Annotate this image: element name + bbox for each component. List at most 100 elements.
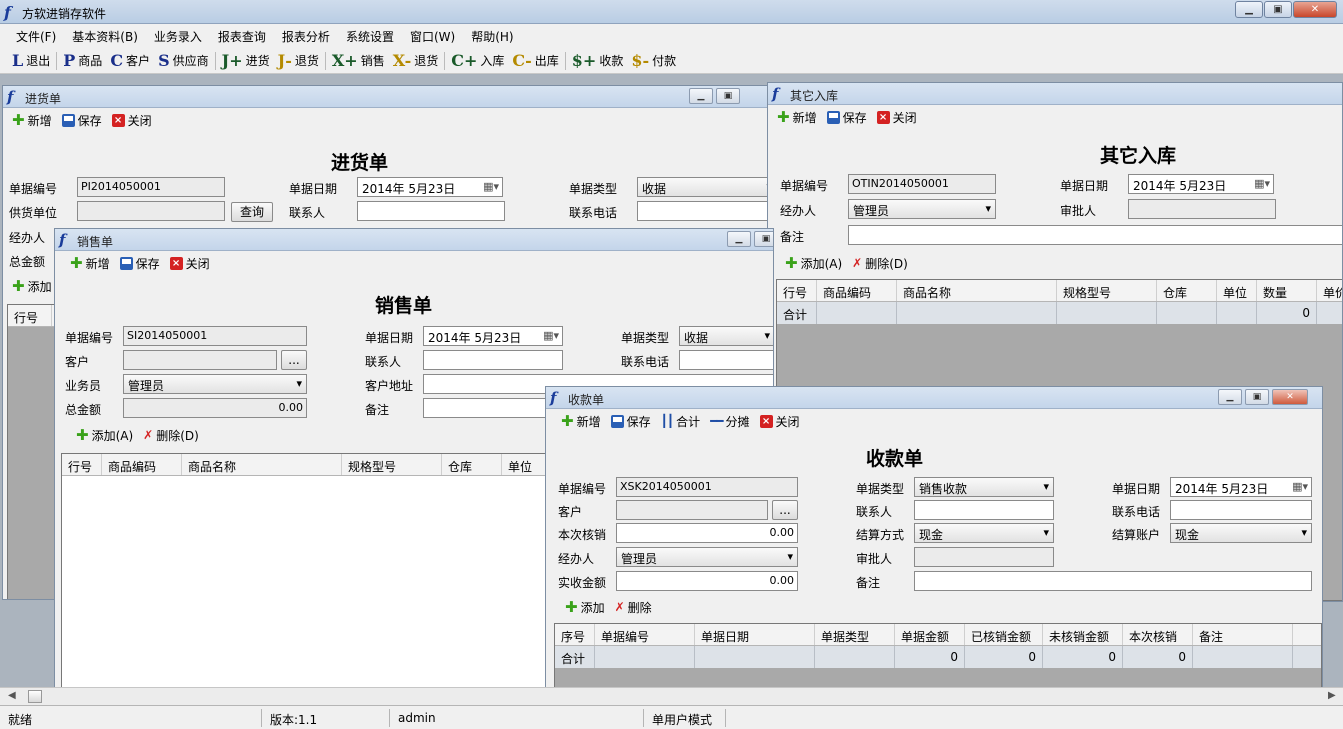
toolbar-supplier-button[interactable]: S 供应商 (154, 51, 213, 70)
receipt-delete-button[interactable]: ✗ 删除 (610, 599, 657, 616)
receipt-contact-field[interactable] (914, 500, 1054, 520)
scroll-right-icon[interactable]: ▶ (1328, 690, 1336, 701)
sales-new-button[interactable]: ✚ 新增 (65, 254, 115, 272)
toolbar-sales-return-button[interactable]: X- 退货 (389, 51, 443, 70)
toolbar-purchase-button[interactable]: J+ 进货 (218, 51, 274, 70)
receipt-writeoff-field[interactable]: 0.00 (616, 523, 798, 543)
close-button[interactable]: ✕ (1293, 1, 1337, 18)
label-total: 总金额 (9, 255, 46, 269)
table-row: 合计 0 0 0 0 (555, 646, 1321, 668)
sales-close-button[interactable]: × 关闭 (165, 255, 215, 272)
menu-report-query[interactable]: 报表查询 (210, 28, 274, 45)
minimize-button[interactable]: ▁ (1235, 1, 1263, 18)
receipt-sum-button[interactable]: ┃┃ 合计 (656, 413, 705, 430)
other-in-add-button[interactable]: ✚ 添加(A) (780, 254, 847, 272)
menu-system-settings[interactable]: 系统设置 (338, 28, 402, 45)
toolbar-stock-in-button[interactable]: C+ 入库 (447, 51, 508, 70)
purchase-maximize-button[interactable]: ▣ (716, 88, 740, 104)
receipt-date-picker[interactable]: 2014年 5月23日 (1170, 477, 1312, 497)
sales-save-button[interactable]: 保存 (115, 255, 165, 272)
sales-minimize-button[interactable]: ▁ (727, 231, 751, 247)
column-header: 规格型号 (342, 454, 442, 475)
receipt-add-button[interactable]: ✚ 添加 (560, 598, 610, 616)
other-in-remark-field[interactable] (848, 225, 1342, 245)
purchase-supplier-field[interactable] (77, 201, 225, 221)
purchase-save-button[interactable]: 保存 (57, 112, 107, 129)
label-supplier: 供货单位 (9, 206, 58, 220)
other-in-handler-select[interactable]: 管理员 (848, 199, 996, 219)
label-customer: 客户 (65, 355, 90, 369)
other-in-doc-no[interactable]: OTIN2014050001 (848, 174, 996, 194)
other-in-approver-field[interactable] (1128, 199, 1276, 219)
purchase-query-button[interactable]: 查询 (231, 202, 273, 222)
status-mode: 单用户模式 (644, 708, 726, 727)
purchase-add-button[interactable]: ✚ 添加 (7, 277, 57, 295)
sales-doc-no[interactable]: SI2014050001 (123, 326, 307, 346)
sales-type-select[interactable]: 收据 (679, 326, 773, 346)
label-contact: 联系人 (289, 206, 326, 220)
receipt-account-select[interactable]: 现金 (1170, 523, 1312, 543)
menu-basic-data[interactable]: 基本资料(B) (64, 28, 146, 45)
purchase-type-select[interactable]: 收据 (637, 177, 773, 197)
sales-customer-field[interactable] (123, 350, 277, 370)
menu-help[interactable]: 帮助(H) (463, 28, 521, 45)
receipt-minimize-button[interactable]: ▁ (1218, 389, 1242, 405)
purchase-doc-no[interactable]: PI2014050001 (77, 177, 225, 197)
purchase-close-button[interactable]: × 关闭 (107, 112, 157, 129)
maximize-button[interactable]: ▣ (1264, 1, 1292, 18)
receipt-maximize-button[interactable]: ▣ (1245, 389, 1269, 405)
sales-date-picker[interactable]: 2014年 5月23日 (423, 326, 563, 346)
receipt-close-window-button[interactable]: ✕ (1272, 389, 1308, 405)
toolbar-sales-button[interactable]: X+ 销售 (328, 51, 389, 70)
other-in-new-button[interactable]: ✚ 新增 (772, 108, 822, 126)
receipt-split-button[interactable]: ━━ 分摊 (705, 413, 754, 430)
receipt-close-button[interactable]: × 关闭 (755, 413, 805, 430)
toolbar-stock-out-button[interactable]: C- 出库 (508, 51, 562, 70)
menu-window[interactable]: 窗口(W) (402, 28, 463, 45)
receipt-customer-field[interactable] (616, 500, 768, 520)
scroll-thumb[interactable] (28, 690, 42, 703)
toolbar-product-button[interactable]: P 商品 (59, 51, 106, 70)
toolbar-payment-button[interactable]: $- 付款 (627, 51, 680, 70)
toolbar-exit-button[interactable]: L 退出 (8, 51, 54, 70)
sales-salesman-select[interactable]: 管理员 (123, 374, 307, 394)
toolbar-purchase-return-button[interactable]: J- 退货 (274, 51, 323, 70)
column-header: 本次核销 (1123, 624, 1193, 645)
receipt-approver-field[interactable] (914, 547, 1054, 567)
sales-contact-field[interactable] (423, 350, 563, 370)
sales-maximize-button[interactable]: ▣ (754, 231, 773, 247)
other-in-date-picker[interactable]: 2014年 5月23日 (1128, 174, 1274, 194)
purchase-date-picker[interactable]: 2014年 5月23日 (357, 177, 503, 197)
receipt-save-button[interactable]: 保存 (606, 413, 656, 430)
menu-report-analysis[interactable]: 报表分析 (274, 28, 338, 45)
toolbar-customer-button[interactable]: C 客户 (106, 51, 154, 70)
receipt-handler-select[interactable]: 管理员 (616, 547, 798, 567)
receipt-new-button[interactable]: ✚ 新增 (556, 412, 606, 430)
sales-phone-field[interactable] (679, 350, 773, 370)
receipt-actual-field[interactable]: 0.00 (616, 571, 798, 591)
receipt-customer-browse-button[interactable]: ... (772, 500, 798, 520)
toolbar-receipt-button[interactable]: $+ 收款 (568, 51, 628, 70)
sales-customer-browse-button[interactable]: ... (281, 350, 307, 370)
purchase-phone-field[interactable] (637, 201, 773, 221)
sales-total-field[interactable]: 0.00 (123, 398, 307, 418)
save-icon (61, 113, 75, 127)
receipt-remark-field[interactable] (914, 571, 1312, 591)
sales-add-button[interactable]: ✚ 添加(A) (71, 426, 138, 444)
purchase-contact-field[interactable] (357, 201, 505, 221)
menu-file[interactable]: 文件(F) (8, 28, 64, 45)
sales-delete-button[interactable]: ✗ 删除(D) (138, 427, 204, 444)
other-in-save-button[interactable]: 保存 (822, 109, 872, 126)
scroll-left-icon[interactable]: ◀ (8, 690, 16, 701)
label-contact: 联系人 (856, 505, 893, 519)
other-in-delete-button[interactable]: ✗ 删除(D) (847, 255, 913, 272)
receipt-doc-no[interactable]: XSK2014050001 (616, 477, 798, 497)
receipt-method-select[interactable]: 现金 (914, 523, 1054, 543)
receipt-type-select[interactable]: 销售收款 (914, 477, 1054, 497)
receipt-phone-field[interactable] (1170, 500, 1312, 520)
mdi-horizontal-scrollbar[interactable]: ◀ ▶ (0, 687, 1343, 705)
menu-business-entry[interactable]: 业务录入 (146, 28, 210, 45)
other-in-close-button[interactable]: × 关闭 (872, 109, 922, 126)
purchase-minimize-button[interactable]: ▁ (689, 88, 713, 104)
purchase-new-button[interactable]: ✚ 新增 (7, 111, 57, 129)
